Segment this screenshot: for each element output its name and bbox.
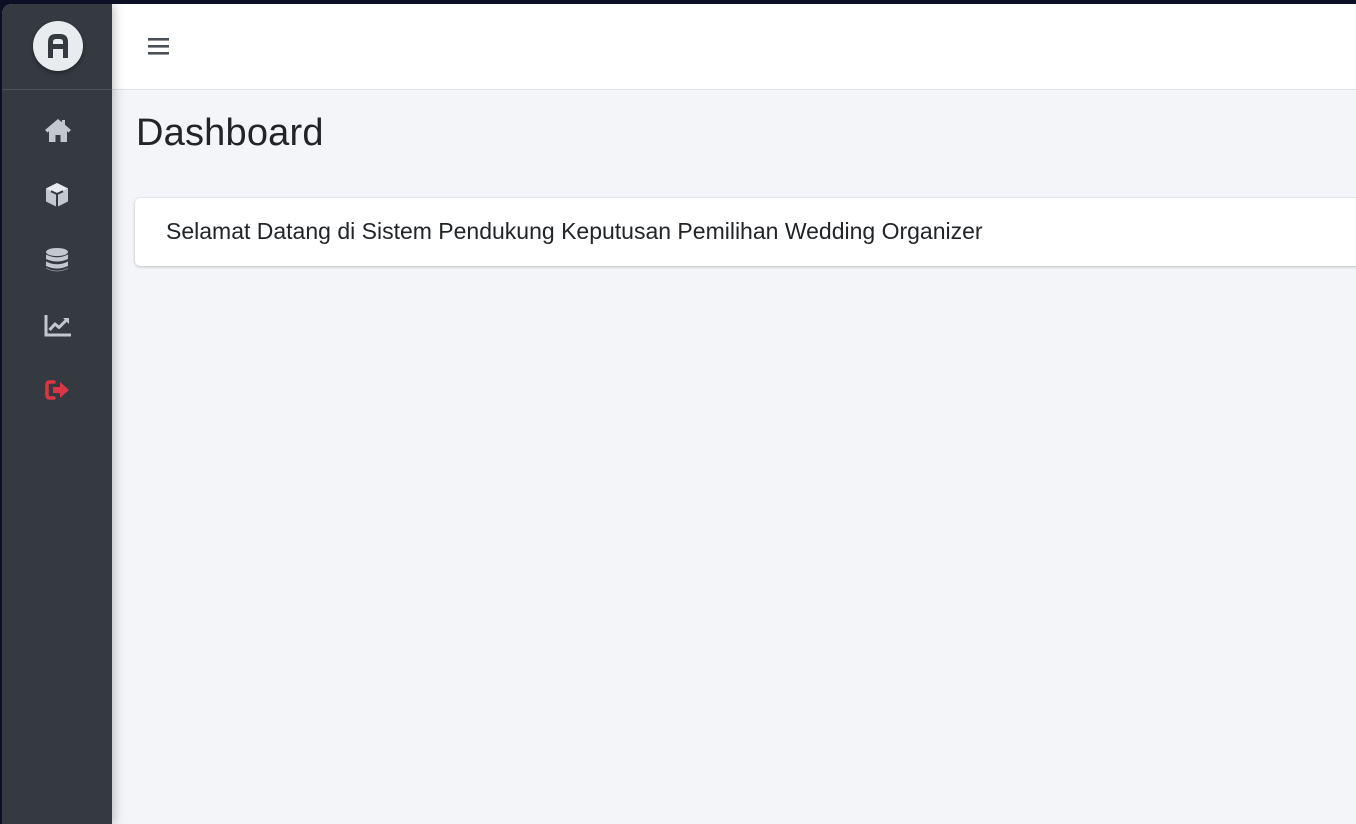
chart-line-icon [44,315,71,337]
sidebar-item-reports[interactable] [2,300,112,350]
sign-out-icon [45,380,69,400]
hamburger-menu-icon [148,38,169,55]
brand-area [2,4,112,90]
database-icon [46,248,68,272]
home-icon [45,119,71,142]
welcome-card: Selamat Datang di Sistem Pendukung Keput… [135,198,1356,266]
sidebar [2,4,112,824]
sidebar-item-data[interactable] [2,235,112,285]
sidebar-item-home[interactable] [2,105,112,155]
top-navbar [112,4,1356,90]
sidebar-item-logout[interactable] [2,365,112,415]
page-title: Dashboard [136,112,324,154]
sidebar-item-products[interactable] [2,170,112,220]
app-window: Dashboard Selamat Datang di Sistem Pendu… [2,4,1356,824]
welcome-message: Selamat Datang di Sistem Pendukung Keput… [166,218,983,244]
letter-a-logo-icon [48,34,68,58]
brand-logo[interactable] [33,21,83,71]
cube-icon [46,183,68,207]
menu-toggle-button[interactable] [144,31,174,61]
